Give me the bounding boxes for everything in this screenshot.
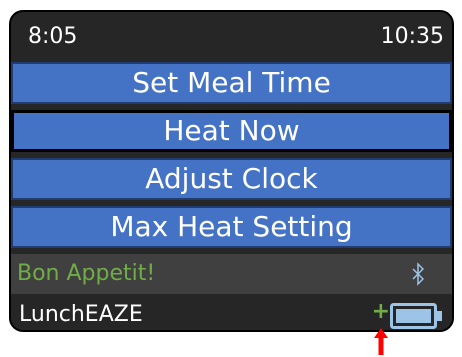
app-name: LunchEAZE [19, 302, 143, 327]
bottom-row: LunchEAZE + [11, 294, 452, 330]
clock-readout: 10:35 [380, 24, 444, 49]
menu-item-label: Heat Now [163, 114, 300, 147]
menu-item-adjust-clock[interactable]: Adjust Clock [11, 158, 452, 200]
greeting-text: Bon Appetit! [17, 261, 156, 286]
menu-item-max-heat-setting[interactable]: Max Heat Setting [11, 206, 452, 248]
menu-item-set-meal-time[interactable]: Set Meal Time [11, 62, 452, 104]
menu-item-label: Adjust Clock [145, 162, 318, 195]
status-bar: 8:05 10:35 [11, 12, 452, 62]
red-arrow-icon [374, 328, 388, 355]
device-screen: 8:05 10:35 Set Meal Time Heat Now Adjust… [9, 10, 454, 332]
menu-item-label: Max Heat Setting [110, 210, 353, 243]
menu-item-label: Set Meal Time [132, 66, 331, 99]
charging-indicator: + [371, 299, 390, 324]
battery-icon [390, 303, 442, 329]
menu-item-heat-now[interactable]: Heat Now [11, 110, 452, 152]
bluetooth-icon [412, 262, 424, 286]
meal-time-readout: 8:05 [28, 24, 78, 49]
greeting-row: Bon Appetit! [11, 254, 452, 294]
